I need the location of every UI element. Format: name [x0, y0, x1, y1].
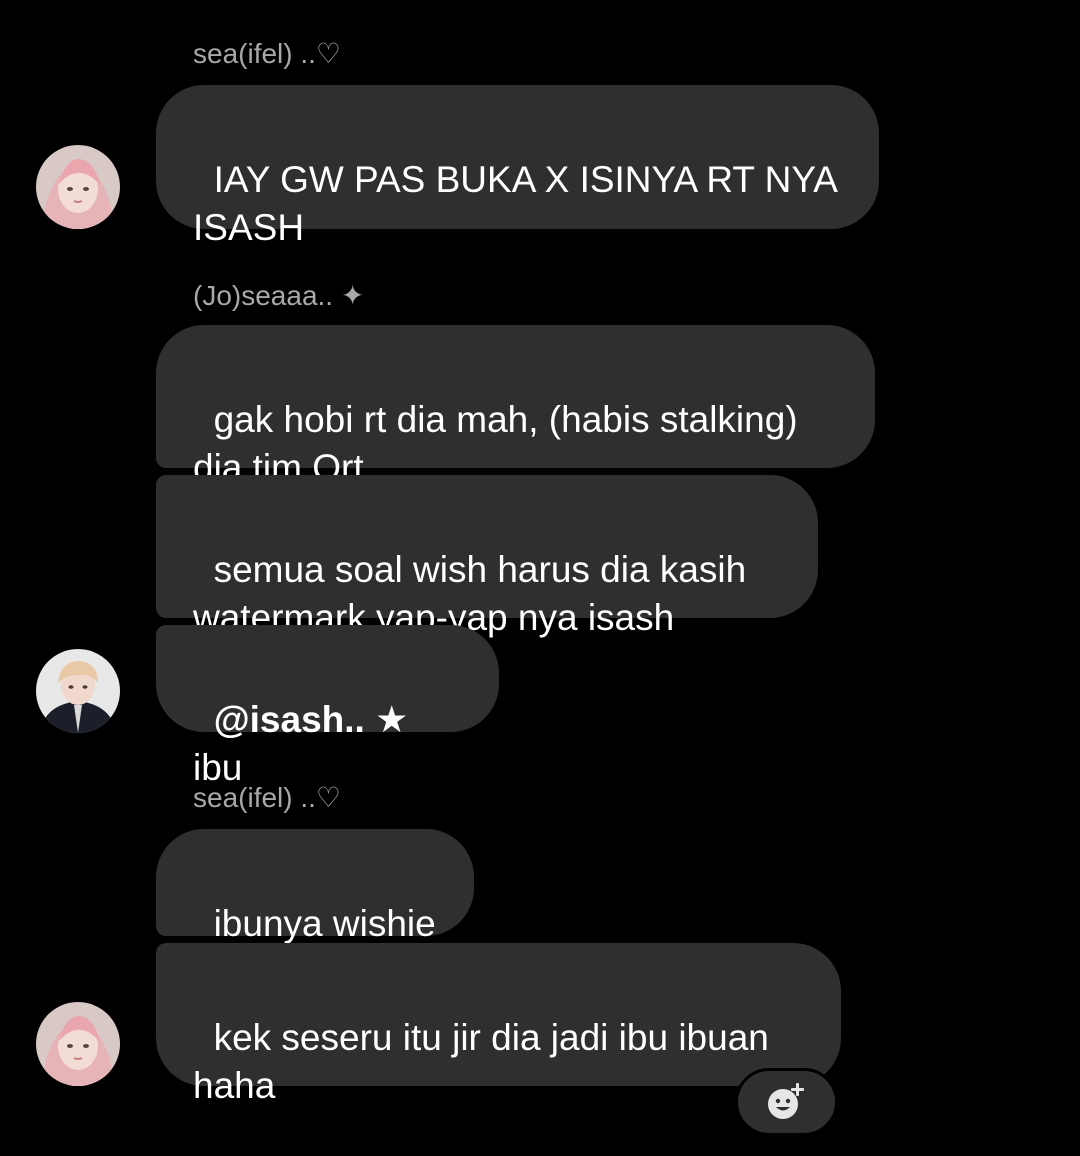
sender-name: (Jo)seaaa.. ✦ — [193, 280, 365, 311]
message-bubble[interactable]: IAY GW PAS BUKA X ISINYA RT NYA ISASH — [156, 85, 879, 248]
message-text: ibunya wishie — [213, 903, 436, 944]
sender-name: sea(ifel) ..♡ — [193, 38, 342, 69]
add-reaction-icon — [767, 1083, 804, 1119]
add-reaction-button[interactable] — [735, 1068, 838, 1136]
avatar-image — [36, 649, 120, 733]
avatar-image — [36, 1002, 120, 1086]
message-text: IAY GW PAS BUKA X ISINYA RT NYA ISASH — [193, 159, 847, 248]
avatar[interactable] — [36, 145, 120, 229]
avatar[interactable] — [36, 649, 120, 733]
message-bubble[interactable]: @isash.. ★ ibu — [156, 625, 499, 788]
avatar[interactable] — [36, 1002, 120, 1086]
message-bubble[interactable]: semua soal wish harus dia kasih watermar… — [156, 475, 818, 638]
message-bubble[interactable]: ibunya wishie — [156, 829, 474, 944]
message-bubble[interactable]: kek seseru itu jir dia jadi ibu ibuan ha… — [156, 943, 841, 1106]
avatar-image — [36, 145, 120, 229]
sender-name: sea(ifel) ..♡ — [193, 782, 342, 813]
message-text: kek seseru itu jir dia jadi ibu ibuan ha… — [193, 1017, 780, 1106]
mention-link[interactable]: @isash.. ★ — [214, 699, 409, 740]
message-bubble[interactable]: gak hobi rt dia mah, (habis stalking) di… — [156, 325, 875, 488]
